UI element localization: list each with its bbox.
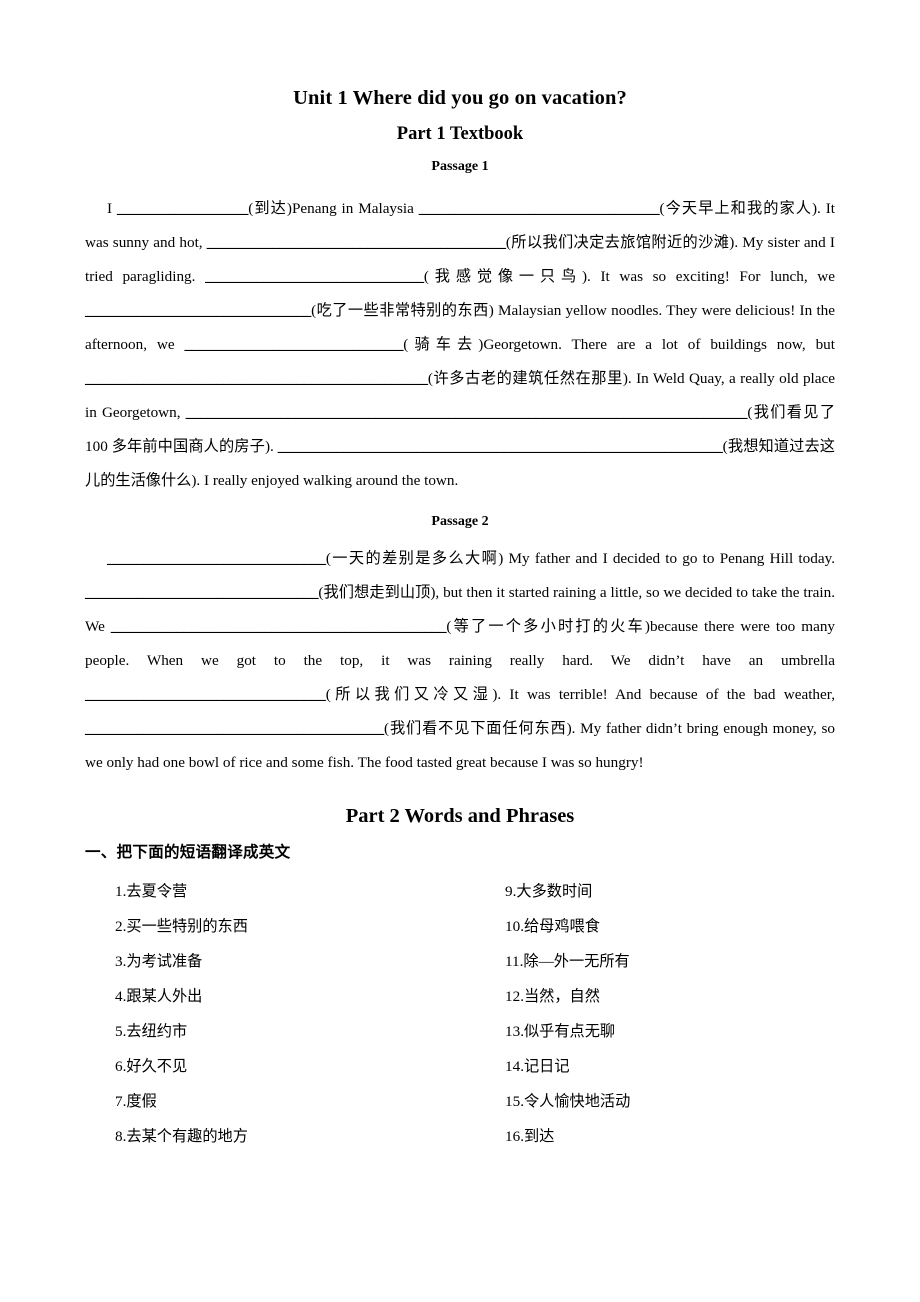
vocabulary-item-text: 跟某人外出 xyxy=(126,988,203,1005)
vocabulary-item: 1. 去夏令营 xyxy=(115,874,248,909)
passage-text-run: I xyxy=(107,200,117,217)
passage-1-heading: Passage 1 xyxy=(431,159,489,174)
fill-in-blank[interactable]: _______________________________ xyxy=(85,302,311,319)
vocabulary-list: 1. 去夏令营 2. 买一些特别的东西 3. 为考试准备 4. 跟某人外出 5. 去纽约… xyxy=(85,860,835,1164)
vocabulary-item-number: 6. xyxy=(115,1058,127,1075)
fill-in-blank[interactable]: ________________________________________… xyxy=(85,370,428,387)
vocabulary-item: 11. 除—外一无所有 xyxy=(505,944,630,979)
vocabulary-item: 3. 为考试准备 xyxy=(115,944,248,979)
vocabulary-item-text: 似乎有点无聊 xyxy=(523,1023,616,1040)
fill-in-blank[interactable]: ________________________________________… xyxy=(207,234,506,251)
vocabulary-right-column: 9. 大多数时间 10. 给母鸡喂食 11. 除—外一无所有 12. 当然，自然 13.… xyxy=(505,874,630,1154)
passage-2-heading: Passage 2 xyxy=(431,514,489,529)
vocabulary-item-number: 14. xyxy=(505,1058,524,1075)
vocabulary-item-text: 令人愉快地活动 xyxy=(523,1093,631,1110)
vocabulary-item-text: 去纽约市 xyxy=(126,1023,188,1040)
fill-in-blank[interactable]: ________________________________________… xyxy=(85,720,384,737)
fill-in-blank[interactable]: ______________________________ xyxy=(107,550,326,567)
vocabulary-section-heading: 一、把下面的短语翻译成英文 xyxy=(85,842,291,861)
fill-in-blank[interactable]: __________________ xyxy=(117,200,249,217)
vocabulary-item-text: 当然，自然 xyxy=(523,988,600,1005)
vocabulary-item: 12. 当然，自然 xyxy=(505,979,630,1014)
vocabulary-item: 15. 令人愉快地活动 xyxy=(505,1084,630,1119)
passage-text-run: (所以我们又冷又湿). It was terrible! And because… xyxy=(325,686,835,703)
vocabulary-left-column: 1. 去夏令营 2. 买一些特别的东西 3. 为考试准备 4. 跟某人外出 5. 去纽约… xyxy=(115,874,248,1154)
fill-in-blank[interactable]: ________________________________ xyxy=(85,584,319,601)
part-2-heading: Part 2 Words and Phrases xyxy=(345,805,575,827)
vocabulary-item-text: 为考试准备 xyxy=(126,953,203,970)
fill-in-blank[interactable]: ________________________________________… xyxy=(278,438,723,455)
vocabulary-item-number: 5. xyxy=(115,1023,127,1040)
vocabulary-item: 4. 跟某人外出 xyxy=(115,979,248,1014)
vocabulary-item-text: 买一些特别的东西 xyxy=(126,918,248,935)
vocabulary-item-text: 记日记 xyxy=(523,1058,570,1075)
passage-text-run: (我感觉像一只鸟). It was so exciting! For lunch… xyxy=(423,268,836,285)
part-1-heading: Part 1 Textbook xyxy=(396,123,524,144)
fill-in-blank[interactable]: _________________________________ xyxy=(419,200,660,217)
vocabulary-item-text: 到达 xyxy=(523,1128,555,1145)
vocabulary-item-text: 好久不见 xyxy=(126,1058,188,1075)
vocabulary-item: 13. 似乎有点无聊 xyxy=(505,1014,630,1049)
vocabulary-item-number: 4. xyxy=(115,988,127,1005)
vocabulary-item-number: 11. xyxy=(505,953,524,970)
vocabulary-item-number: 8. xyxy=(115,1128,127,1145)
vocabulary-item-number: 7. xyxy=(115,1093,127,1110)
worksheet-page: Unit 1 Where did you go on vacation? Par… xyxy=(0,0,920,1302)
vocabulary-item-number: 16. xyxy=(505,1128,524,1145)
vocabulary-item-number: 1. xyxy=(115,883,127,900)
vocabulary-item-text: 去夏令营 xyxy=(126,883,188,900)
fill-in-blank[interactable]: ________________________________________… xyxy=(111,618,447,635)
passage-1-body: I __________________(到达)Penang in Malays… xyxy=(85,174,835,498)
vocabulary-item: 9. 大多数时间 xyxy=(505,874,630,909)
passage-2-body: ______________________________(一天的差别是多么大… xyxy=(85,529,835,780)
vocabulary-item-number: 3. xyxy=(115,953,127,970)
vocabulary-item: 8. 去某个有趣的地方 xyxy=(115,1119,248,1154)
vocabulary-item-number: 9. xyxy=(505,883,517,900)
vocabulary-item-number: 12. xyxy=(505,988,524,1005)
vocabulary-item-text: 除—外一无所有 xyxy=(523,953,630,970)
vocabulary-item-text: 给母鸡喂食 xyxy=(523,918,600,935)
vocabulary-item-number: 13. xyxy=(505,1023,524,1040)
fill-in-blank[interactable]: ______________________________ xyxy=(184,336,403,353)
vocabulary-item: 2. 买一些特别的东西 xyxy=(115,909,248,944)
fill-in-blank[interactable]: _________________________________ xyxy=(85,686,326,703)
vocabulary-item: 5. 去纽约市 xyxy=(115,1014,248,1049)
vocabulary-item: 6. 好久不见 xyxy=(115,1049,248,1084)
vocabulary-item-text: 度假 xyxy=(126,1093,157,1110)
passage-text-run: (骑车去)Georgetown. There are a lot of buil… xyxy=(403,336,835,353)
vocabulary-item: 10. 给母鸡喂食 xyxy=(505,909,630,944)
vocabulary-item: 7. 度假 xyxy=(115,1084,248,1119)
fill-in-blank[interactable]: ________________________________________… xyxy=(186,404,748,421)
passage-text-run: (到达)Penang in Malaysia xyxy=(248,200,419,217)
vocabulary-item-number: 10. xyxy=(505,918,524,935)
vocabulary-item: 16. 到达 xyxy=(505,1119,630,1154)
passage-text-run: (一天的差别是多么大啊) My father and I decided to … xyxy=(325,550,835,567)
page-content: Unit 1 Where did you go on vacation? Par… xyxy=(85,0,835,1164)
vocabulary-item-number: 2. xyxy=(115,918,127,935)
vocabulary-item-number: 15. xyxy=(505,1093,524,1110)
vocabulary-item: 14. 记日记 xyxy=(505,1049,630,1084)
vocabulary-item-text: 去某个有趣的地方 xyxy=(126,1128,248,1145)
page-title: Unit 1 Where did you go on vacation? xyxy=(293,87,627,109)
vocabulary-item-text: 大多数时间 xyxy=(516,883,593,900)
fill-in-blank[interactable]: ______________________________ xyxy=(205,268,424,285)
